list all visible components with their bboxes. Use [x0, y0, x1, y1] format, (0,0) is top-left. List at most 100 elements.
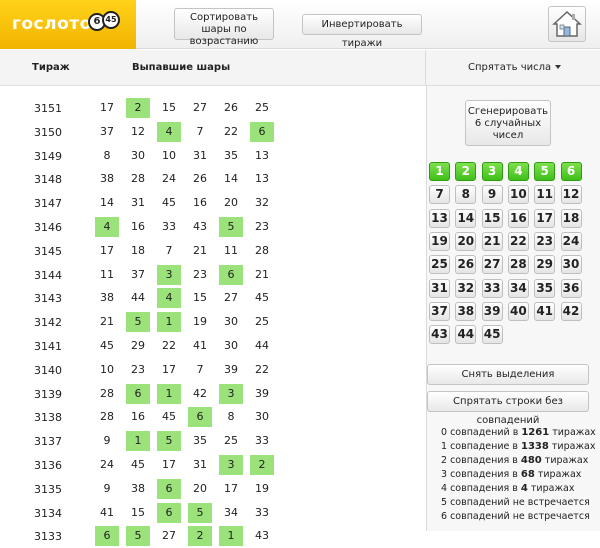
number-button-8[interactable]: 8	[455, 185, 477, 205]
ball-cell: 45	[131, 458, 145, 471]
number-button-14[interactable]: 14	[455, 208, 477, 228]
match-stats: 0 совпадений в 1261 тиражах 1 совпадение …	[441, 426, 600, 524]
ball-cell: 38	[100, 172, 114, 186]
ball-cell: 11	[100, 267, 114, 281]
number-button-29[interactable]: 29	[534, 255, 556, 275]
number-button-24[interactable]: 24	[560, 231, 582, 251]
stat-prefix: 4 совпадения в	[441, 483, 521, 494]
number-button-12[interactable]: 12	[560, 185, 582, 205]
number-button-26[interactable]: 26	[455, 255, 477, 275]
ball-cell: 38	[100, 291, 114, 305]
table-row: 3138 28 16 45 6 8 30	[0, 407, 425, 429]
ball-cell: 28	[131, 172, 145, 186]
number-button-34[interactable]: 34	[507, 278, 529, 298]
number-button-2[interactable]: 2	[455, 162, 477, 181]
ball-cell: 13	[255, 172, 269, 186]
ball-cell: 23	[193, 267, 207, 281]
number-button-11[interactable]: 11	[534, 185, 556, 205]
clear-selection-button[interactable]: Снять выделения	[427, 364, 589, 385]
number-button-44[interactable]: 44	[455, 325, 477, 345]
number-button-27[interactable]: 27	[481, 255, 503, 275]
ball-cell: 43	[255, 529, 269, 543]
stat-line: 0 совпадений в 1261 тиражах	[441, 426, 600, 440]
number-button-30[interactable]: 30	[560, 255, 582, 275]
table-row: 3150 37 12 4 7 22 6	[0, 121, 425, 144]
number-button-17[interactable]: 17	[534, 208, 556, 228]
number-button-3[interactable]: 3	[481, 162, 503, 181]
table-row: 3140 10 23 17 7 39 22	[0, 360, 425, 382]
number-button-31[interactable]: 31	[429, 278, 450, 298]
ball-cell: 16	[131, 220, 145, 233]
ball-cell-match: 3	[219, 455, 243, 475]
number-button-15[interactable]: 15	[481, 208, 503, 228]
number-button-20[interactable]: 20	[455, 231, 477, 251]
ball-cell-match: 1	[219, 526, 243, 547]
number-button-25[interactable]: 25	[429, 255, 450, 275]
number-button-22[interactable]: 22	[507, 231, 529, 251]
draw-number: 3136	[34, 459, 62, 472]
number-button-45[interactable]: 45	[481, 325, 503, 345]
stat-suffix: тиражах	[549, 427, 596, 438]
sort-balls-button[interactable]: Сортировать шары по возрастанию	[174, 8, 274, 47]
ball-cell: 25	[224, 434, 238, 448]
generate-random-button[interactable]: Сгенерировать 6 случайных чисел	[465, 100, 551, 146]
ball-cell: 33	[255, 434, 269, 448]
number-button-28[interactable]: 28	[507, 255, 529, 275]
ball-cell: 17	[100, 101, 114, 114]
ball-cell: 45	[162, 196, 176, 210]
hide-numbers-dropdown[interactable]: Спрятать числа	[468, 62, 562, 73]
table-row: 3134 41 15 6 5 34 33	[0, 502, 425, 525]
table-row: 3146 4 16 33 43 5 23	[0, 217, 425, 239]
table-row: 3142 21 5 1 19 30 25	[0, 312, 425, 334]
hide-rows-button[interactable]: Спрятать строки без совпадений	[427, 391, 589, 426]
number-button-10[interactable]: 10	[507, 185, 529, 205]
column-header-draw: Тираж	[32, 62, 70, 73]
header-divider	[425, 50, 426, 86]
gosloto-logo[interactable]: гослото 6 45	[0, 0, 136, 49]
number-button-38[interactable]: 38	[455, 301, 477, 321]
number-button-35[interactable]: 35	[534, 278, 556, 298]
invert-draws-button[interactable]: Инвертировать тиражи	[302, 14, 422, 49]
number-button-13[interactable]: 13	[429, 208, 450, 228]
number-button-40[interactable]: 40	[507, 301, 529, 321]
number-button-42[interactable]: 42	[560, 301, 582, 321]
number-button-5[interactable]: 5	[534, 162, 556, 181]
number-button-32[interactable]: 32	[455, 278, 477, 298]
ball-cell: 35	[193, 434, 207, 448]
ball-cell: 38	[131, 481, 145, 495]
number-button-6[interactable]: 6	[560, 162, 582, 181]
number-button-9[interactable]: 9	[481, 185, 503, 205]
ball-cell: 11	[224, 243, 238, 257]
number-button-21[interactable]: 21	[481, 231, 503, 251]
top-bar: гослото 6 45 Сортировать шары по возраст…	[0, 0, 600, 49]
home-button[interactable]	[548, 6, 586, 42]
ball-cell: 17	[224, 481, 238, 495]
table-row: 3141 45 29 22 41 30 44	[0, 336, 425, 358]
ball-cell: 21	[255, 267, 269, 281]
number-button-33[interactable]: 33	[481, 278, 503, 298]
stat-prefix: 1 совпадение в	[441, 441, 522, 452]
ball-cell: 30	[224, 315, 238, 329]
number-button-41[interactable]: 41	[534, 301, 556, 321]
number-button-19[interactable]: 19	[429, 231, 450, 251]
stat-prefix: 3 совпадения в	[441, 469, 521, 480]
stat-line: 4 совпадения в 4 тиражах	[441, 482, 600, 496]
number-button-37[interactable]: 37	[429, 301, 450, 321]
ball-cell: 9	[103, 481, 111, 495]
number-button-18[interactable]: 18	[560, 208, 582, 228]
number-button-43[interactable]: 43	[429, 325, 450, 345]
number-button-36[interactable]: 36	[560, 278, 582, 298]
number-button-1[interactable]: 1	[429, 162, 450, 181]
number-button-39[interactable]: 39	[481, 301, 503, 321]
number-button-4[interactable]: 4	[507, 162, 529, 181]
ball-cell: 30	[255, 410, 269, 424]
ball-cell: 10	[100, 362, 114, 376]
stat-count: 1338	[521, 441, 549, 452]
number-button-16[interactable]: 16	[507, 208, 529, 228]
ball-cell-match: 6	[188, 407, 212, 428]
ball-cell: 41	[193, 339, 207, 352]
ball-cell: 16	[131, 410, 145, 424]
ball-cell: 30	[224, 339, 238, 352]
number-button-23[interactable]: 23	[534, 231, 556, 251]
number-button-7[interactable]: 7	[429, 185, 450, 205]
